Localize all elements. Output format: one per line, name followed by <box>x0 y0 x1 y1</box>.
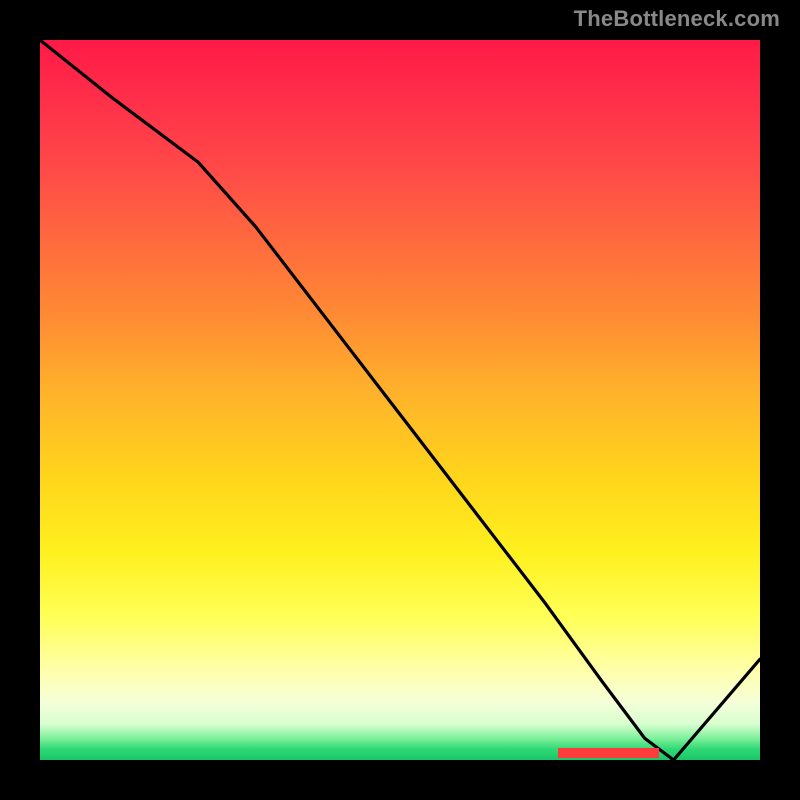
chart-outer-frame: TheBottleneck.com <box>0 0 800 800</box>
chart-line-svg <box>40 40 760 760</box>
watermark-text: TheBottleneck.com <box>574 6 780 32</box>
optimal-range-marker <box>558 748 659 758</box>
chart-plot-area <box>40 40 760 760</box>
chart-line-path <box>40 40 760 760</box>
